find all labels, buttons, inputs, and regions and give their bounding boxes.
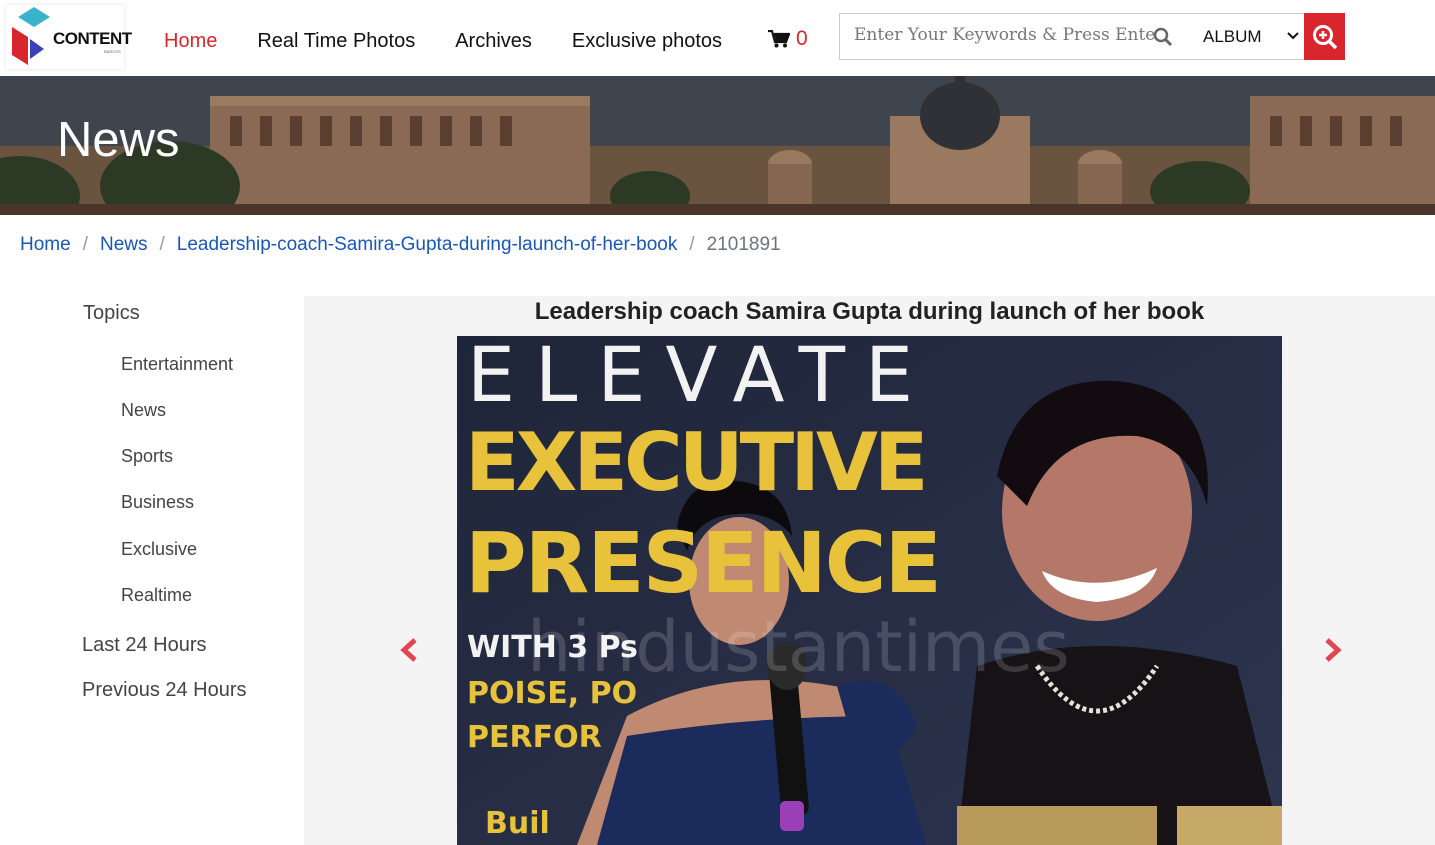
- previous-photo-arrow-icon[interactable]: [399, 637, 419, 663]
- poster-text-line1: ELEVATE: [467, 336, 934, 419]
- chevron-down-icon: [1287, 32, 1299, 40]
- main-photo[interactable]: ELEVATE EXECUTIVE PRESENCE WITH 3 Ps POI…: [457, 336, 1282, 845]
- banner-title: News: [57, 113, 180, 167]
- topics-heading: Topics: [83, 302, 140, 324]
- search-icon[interactable]: [1153, 27, 1173, 47]
- topic-news[interactable]: News: [121, 400, 166, 421]
- search-scope-value: ALBUM: [1203, 26, 1262, 46]
- topic-business[interactable]: Business: [121, 492, 194, 513]
- nav-real-time-photos[interactable]: Real Time Photos: [257, 30, 415, 53]
- poster-text-line7: Buil: [485, 806, 550, 841]
- site-logo[interactable]: CONTENT BAROSS: [6, 5, 132, 69]
- breadcrumb-separator: /: [159, 234, 165, 255]
- main-nav: Home Real Time Photos Archives Exclusive…: [164, 30, 762, 53]
- search-scope-select[interactable]: ALBUM: [1190, 13, 1305, 60]
- cart-count: 0: [796, 27, 808, 50]
- link-last-24-hours[interactable]: Last 24 Hours: [82, 634, 207, 657]
- breadcrumb: Home / News / Leadership-coach-Samira-Gu…: [20, 234, 781, 256]
- photo-title: Leadership coach Samira Gupta during lau…: [534, 298, 1205, 325]
- nav-archives[interactable]: Archives: [455, 30, 532, 53]
- nav-exclusive-photos[interactable]: Exclusive photos: [572, 30, 722, 53]
- poster-text-line6: PERFOR: [467, 720, 602, 755]
- breadcrumb-home[interactable]: Home: [20, 234, 71, 256]
- topic-sports[interactable]: Sports: [121, 446, 173, 467]
- topic-realtime[interactable]: Realtime: [121, 585, 192, 606]
- topic-entertainment[interactable]: Entertainment: [121, 354, 233, 375]
- breadcrumb-news[interactable]: News: [100, 234, 148, 256]
- site-header: CONTENT BAROSS Home Real Time Photos Arc…: [0, 0, 1435, 76]
- breadcrumb-album[interactable]: Leadership-coach-Samira-Gupta-during-lau…: [177, 234, 678, 256]
- link-previous-24-hours[interactable]: Previous 24 Hours: [82, 679, 247, 702]
- next-photo-arrow-icon[interactable]: [1323, 637, 1343, 663]
- logo-text: CONTENT: [53, 29, 132, 48]
- poster-text-line2: EXECUTIVE: [465, 416, 929, 509]
- cart-icon: [768, 30, 790, 48]
- photo-viewer: Leadership coach Samira Gupta during lau…: [304, 296, 1435, 845]
- nav-home[interactable]: Home: [164, 30, 217, 53]
- logo-subtext: BAROSS: [104, 49, 121, 54]
- search-button[interactable]: [1304, 13, 1345, 60]
- breadcrumb-separator: /: [82, 234, 88, 255]
- breadcrumb-current: 2101891: [706, 234, 781, 255]
- poster-text-line3: PRESENCE: [465, 514, 942, 612]
- page-banner: News: [0, 76, 1435, 215]
- topics-sidebar: Topics Entertainment News Sports Busines…: [0, 296, 304, 845]
- cart-button[interactable]: 0: [768, 27, 808, 51]
- logo-cube-icon: [12, 7, 50, 65]
- search-box: [839, 13, 1191, 60]
- banner-building-image: [0, 76, 1435, 215]
- photo-watermark: hindustantimes: [527, 606, 1070, 688]
- breadcrumb-separator: /: [689, 234, 695, 255]
- search-input[interactable]: [854, 25, 1154, 45]
- topic-exclusive[interactable]: Exclusive: [121, 539, 197, 560]
- zoom-in-icon: [1312, 24, 1337, 49]
